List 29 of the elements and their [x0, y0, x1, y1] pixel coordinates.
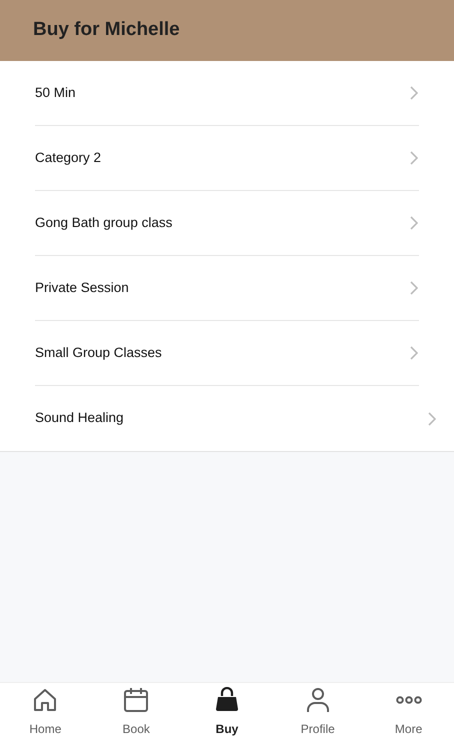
list-item[interactable]: Small Group Classes	[35, 321, 419, 386]
list-item[interactable]: Sound Healing	[35, 386, 454, 451]
item-label: 50 Min	[35, 84, 76, 102]
item-label: Private Session	[35, 278, 129, 297]
item-label: Sound Healing	[35, 409, 124, 428]
chevron-right-icon	[410, 346, 418, 360]
chevron-right-icon	[410, 216, 418, 230]
chevron-right-icon	[428, 412, 436, 426]
tab-item[interactable]: More	[363, 683, 454, 750]
item-label: Gong Bath group class	[35, 214, 172, 232]
home-icon	[32, 687, 58, 713]
tab-item[interactable]: Buy	[182, 683, 272, 750]
more-icon	[396, 695, 422, 705]
tab-item[interactable]: Home	[0, 683, 91, 750]
item-label: Small Group Classes	[35, 344, 162, 362]
tab-item[interactable]: Profile	[272, 683, 364, 750]
chevron-right-icon	[410, 281, 418, 295]
person-icon	[304, 687, 331, 713]
calendar-icon	[123, 687, 150, 713]
list-item[interactable]: Category 2	[35, 126, 419, 191]
shopping-bag-icon	[214, 687, 240, 713]
list-item[interactable]: Gong Bath group class	[35, 191, 419, 256]
chevron-right-icon	[410, 151, 418, 165]
chevron-right-icon	[410, 86, 418, 100]
page-title: Buy for Michelle	[33, 18, 180, 42]
item-label: Category 2	[35, 148, 102, 167]
tab-item[interactable]: Book	[90, 683, 182, 750]
list-item[interactable]: 50 Min	[35, 61, 419, 126]
list-item[interactable]: Private Session	[35, 256, 419, 321]
